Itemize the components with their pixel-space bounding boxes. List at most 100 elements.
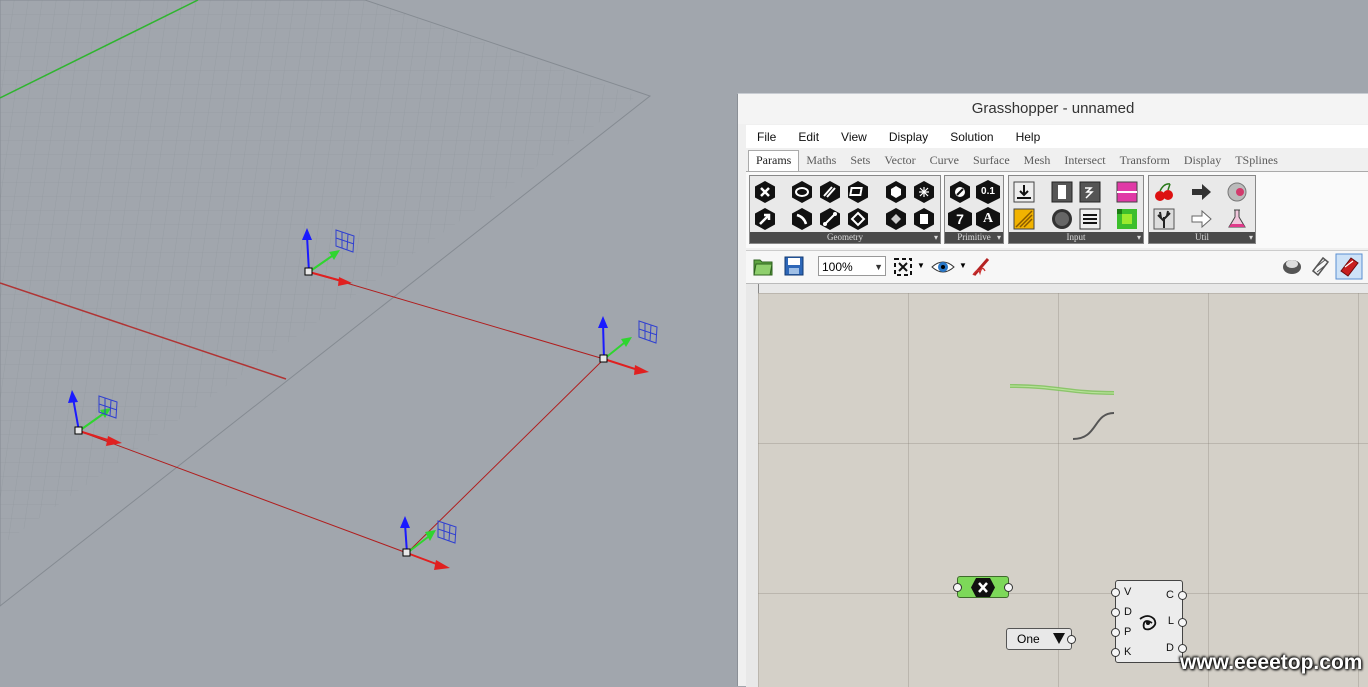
toggle-icon[interactable] — [1050, 180, 1074, 204]
menu-view[interactable]: View — [830, 130, 878, 144]
button-object-icon[interactable] — [1050, 207, 1074, 231]
component-ribbon: Geometry ▾ 0.1 7 A Primitive ▾ Input ▾ U… — [746, 171, 1368, 248]
output-port[interactable] — [1004, 583, 1013, 592]
circle-param-icon[interactable] — [790, 180, 814, 204]
output-d: D — [1166, 642, 1174, 654]
point-param-icon[interactable] — [753, 180, 777, 204]
expand-arrow-icon[interactable]: ▾ — [1137, 232, 1141, 243]
tab-sets[interactable]: Sets — [843, 153, 877, 171]
tab-curve[interactable]: Curve — [923, 153, 966, 171]
surface-param-icon[interactable] — [912, 207, 936, 231]
port-d[interactable] — [1111, 608, 1120, 617]
chevron-down-icon[interactable]: ▼ — [917, 261, 925, 270]
definition-canvas[interactable]: One V D P K C L D — [758, 293, 1368, 687]
tab-tsplines[interactable]: TSplines — [1228, 153, 1285, 171]
expand-arrow-icon[interactable]: ▾ — [1249, 232, 1253, 243]
canvas-toolbar: 100% ▼ ▼ ▼ — [746, 250, 1368, 284]
line-param-icon[interactable] — [818, 207, 842, 231]
number-param-icon[interactable]: 0.1 — [976, 180, 1000, 204]
open-file-icon[interactable] — [752, 255, 774, 277]
port-p[interactable] — [1111, 628, 1120, 637]
data-input-icon[interactable] — [1189, 207, 1213, 231]
preview-eye-icon[interactable] — [931, 257, 955, 277]
tab-vector[interactable]: Vector — [877, 153, 922, 171]
port-v[interactable] — [1111, 588, 1120, 597]
menu-file[interactable]: File — [746, 130, 787, 144]
point-param-icon — [971, 578, 995, 597]
wire-list-to-p — [1072, 412, 1115, 440]
output-c: C — [1166, 589, 1174, 601]
input-v: V — [1124, 586, 1132, 598]
zoom-dropdown[interactable]: 100% ▼ — [818, 256, 886, 276]
input-d: D — [1124, 606, 1132, 618]
import-icon[interactable] — [1012, 180, 1036, 204]
point-param-node[interactable] — [953, 576, 1013, 598]
component-tabs: Params Maths Sets Vector Curve Surface M… — [746, 149, 1368, 171]
zoom-extents-icon[interactable] — [893, 257, 913, 277]
tab-mesh[interactable]: Mesh — [1017, 153, 1058, 171]
number-slider-icon[interactable] — [1078, 180, 1102, 204]
boolean-param-icon[interactable] — [948, 180, 972, 204]
mesh-param-icon[interactable] — [912, 180, 936, 204]
curve-param-icon[interactable] — [818, 180, 842, 204]
arc-param-icon[interactable] — [790, 207, 814, 231]
input-k: K — [1124, 646, 1132, 658]
menu-display[interactable]: Display — [878, 130, 939, 144]
chevron-down-icon: ▼ — [874, 262, 883, 272]
polyline-curve-icon — [1139, 615, 1157, 631]
port-l[interactable] — [1178, 618, 1187, 627]
grasshopper-window[interactable]: Grasshopper - unnamed File Edit View Dis… — [737, 93, 1368, 687]
tab-intersect[interactable]: Intersect — [1057, 153, 1112, 171]
polyline-component-node[interactable]: V D P K C L D — [1111, 580, 1187, 663]
menu-edit[interactable]: Edit — [787, 130, 830, 144]
tab-display[interactable]: Display — [1177, 153, 1228, 171]
ribbon-group-util: Util ▾ — [1148, 175, 1256, 244]
zoom-value: 100% — [822, 260, 853, 274]
galapagos-icon[interactable] — [1225, 180, 1249, 204]
watermark: www.eeeetop.com — [1180, 651, 1363, 674]
port-c[interactable] — [1178, 591, 1187, 600]
box-param-icon[interactable] — [884, 180, 908, 204]
ribbon-group-primitive: 0.1 7 A Primitive ▾ — [944, 175, 1004, 244]
brep-param-icon[interactable] — [884, 207, 908, 231]
expand-arrow-icon[interactable]: ▾ — [934, 232, 938, 243]
ribbon-group-label: Input — [1009, 232, 1143, 243]
graph-mapper-icon[interactable] — [1012, 207, 1036, 231]
preview-selected-icon[interactable] — [1335, 253, 1363, 280]
preview-wireframe-icon[interactable] — [1309, 255, 1331, 277]
cherry-picker-icon[interactable] — [1152, 180, 1176, 204]
data-output-icon[interactable] — [1189, 180, 1213, 204]
flask-icon[interactable] — [1225, 207, 1249, 231]
input-port[interactable] — [953, 583, 962, 592]
tab-surface[interactable]: Surface — [966, 153, 1017, 171]
menu-help[interactable]: Help — [1005, 130, 1052, 144]
menu-solution[interactable]: Solution — [939, 130, 1004, 144]
chevron-down-icon[interactable]: ▼ — [959, 261, 967, 270]
colour-swatch-icon[interactable] — [1115, 207, 1139, 231]
ribbon-group-geometry: Geometry ▾ — [749, 175, 941, 244]
sketch-pen-icon[interactable] — [970, 255, 992, 277]
save-icon[interactable] — [783, 255, 805, 277]
value-list-node[interactable]: One — [1006, 628, 1076, 650]
input-p: P — [1124, 626, 1132, 638]
tab-transform[interactable]: Transform — [1113, 153, 1177, 171]
vector-param-icon[interactable] — [753, 207, 777, 231]
value-list-label: One — [1017, 632, 1040, 646]
menu-bar: File Edit View Display Solution Help — [746, 125, 1368, 148]
plane-param-icon[interactable] — [846, 180, 870, 204]
value-list-icon[interactable] — [1078, 207, 1102, 231]
text-param-icon[interactable]: A — [976, 207, 1000, 231]
window-title: Grasshopper - unnamed — [738, 94, 1368, 124]
fitness-landscape-icon[interactable] — [1152, 207, 1176, 231]
expand-arrow-icon[interactable]: ▾ — [997, 232, 1001, 243]
port-k[interactable] — [1111, 648, 1120, 657]
tab-maths[interactable]: Maths — [799, 153, 843, 171]
output-port[interactable] — [1067, 635, 1076, 644]
tab-params[interactable]: Params — [748, 150, 800, 171]
gradient-icon[interactable] — [1115, 180, 1139, 204]
rectangle-param-icon[interactable] — [846, 207, 870, 231]
preview-shaded-icon[interactable] — [1281, 255, 1303, 277]
integer-param-icon[interactable]: 7 — [948, 207, 972, 231]
ribbon-group-label: Primitive — [945, 232, 1003, 243]
dropdown-triangle-icon[interactable] — [1053, 633, 1065, 644]
